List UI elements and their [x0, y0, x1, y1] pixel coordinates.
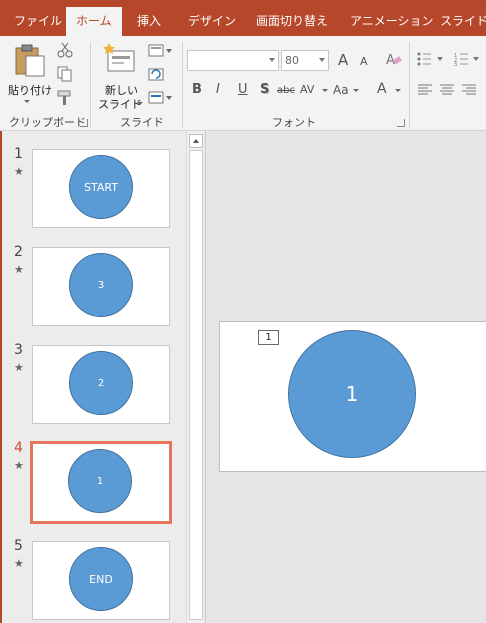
align-right-icon[interactable]	[462, 84, 476, 96]
group-separator	[409, 42, 410, 128]
clipboard-group-label: クリップボード	[9, 116, 86, 129]
slide-number: 4	[14, 440, 23, 456]
character-spacing-dropdown-arrow[interactable]	[322, 89, 328, 92]
thumbnail-scrollbar[interactable]	[186, 131, 204, 623]
cut-icon[interactable]	[57, 42, 73, 58]
paste-label: 貼り付け	[8, 84, 52, 97]
tab-home[interactable]: ホーム	[66, 7, 122, 36]
slides-group-label: スライド	[120, 116, 164, 129]
shrink-font-button[interactable]: A	[360, 54, 368, 70]
format-painter-icon[interactable]	[57, 90, 73, 106]
scroll-up-arrow-icon[interactable]	[189, 134, 203, 148]
tab-insert[interactable]: 挿入	[137, 0, 161, 36]
font-size-value: 80	[285, 54, 299, 67]
slide-number: 1	[14, 146, 23, 162]
slide-thumbnail[interactable]: 2	[32, 345, 170, 424]
font-size-combo[interactable]: 80	[281, 50, 329, 71]
align-center-icon[interactable]	[440, 84, 454, 96]
ribbon-tab-bar: ファイル ホーム 挿入 デザイン 画面切り替え アニメーション スライド シ	[0, 0, 486, 36]
character-spacing-button[interactable]: AV	[300, 82, 314, 98]
paste-dropdown-arrow[interactable]	[24, 100, 30, 103]
circle-shape: 2	[69, 351, 133, 415]
underline-button[interactable]: U	[238, 82, 248, 98]
new-slide-label-line2: スライド	[98, 98, 142, 111]
animation-star-icon: ★	[14, 165, 24, 178]
clear-formatting-icon[interactable]: A	[385, 50, 403, 68]
slide-number: 3	[14, 342, 23, 358]
group-separator	[90, 42, 91, 128]
new-slide-dropdown-arrow[interactable]	[137, 102, 143, 105]
bold-button[interactable]: B	[192, 82, 202, 98]
paste-button[interactable]: 貼り付け	[4, 40, 52, 110]
numbering-icon[interactable]: 1 2 3	[454, 52, 480, 66]
tab-animations[interactable]: アニメーション	[350, 0, 434, 36]
circle-label: END	[89, 572, 113, 586]
slide-thumbnail[interactable]: 1	[30, 441, 172, 524]
align-left-icon[interactable]	[418, 84, 432, 96]
group-separator	[182, 42, 183, 128]
animation-star-icon: ★	[14, 263, 24, 276]
circle-shape: END	[69, 547, 133, 611]
circle-label: 1	[345, 382, 359, 406]
new-slide-icon	[103, 43, 135, 72]
circle-label: 1	[96, 475, 104, 487]
circle-label: 2	[97, 377, 105, 389]
italic-button[interactable]: I	[216, 82, 220, 98]
slide-thumbnail-pane: 1 ★ START 2 ★ 3 3 ★ 2 4 ★ 1 5 ★ END	[2, 131, 186, 623]
circle-shape: 3	[69, 253, 133, 317]
slide-thumbnail[interactable]: END	[32, 541, 170, 620]
change-case-button[interactable]: Aa	[333, 82, 349, 98]
font-color-button[interactable]: A	[377, 81, 387, 97]
section-icon[interactable]	[148, 90, 172, 106]
animation-order-tag[interactable]: 1	[258, 330, 279, 345]
tab-design[interactable]: デザイン	[188, 0, 236, 36]
slide-thumbnail[interactable]: 3	[32, 247, 170, 326]
paste-icon	[15, 44, 45, 77]
grow-font-button[interactable]: A	[338, 52, 348, 68]
animation-star-icon: ★	[14, 361, 24, 374]
circle-shape: 1	[68, 449, 132, 513]
circle-label: START	[84, 180, 118, 194]
font-color-dropdown-arrow[interactable]	[395, 89, 401, 92]
font-group-label: フォント	[272, 116, 316, 129]
strikethrough-button[interactable]: abc	[277, 83, 295, 99]
reset-icon[interactable]	[148, 66, 166, 82]
clipboard-launcher[interactable]	[80, 119, 88, 127]
ribbon: 貼り付け クリップボード 新しい スライド スライド 80 A A A B I …	[0, 36, 486, 131]
change-case-dropdown-arrow[interactable]	[353, 89, 359, 92]
font-name-combo[interactable]	[187, 50, 279, 71]
svg-text:3: 3	[454, 62, 457, 66]
circle-shape[interactable]: 1	[288, 330, 416, 458]
animation-star-icon: ★	[14, 459, 24, 472]
animation-star-icon: ★	[14, 557, 24, 570]
slide-thumbnail[interactable]: START	[32, 149, 170, 228]
copy-icon[interactable]	[57, 66, 75, 82]
tab-slideshow[interactable]: スライド シ	[440, 0, 486, 36]
slide-number: 5	[14, 538, 23, 554]
circle-label: 3	[97, 279, 105, 291]
new-slide-button[interactable]: 新しい スライド	[95, 40, 143, 111]
scrollbar-thumb[interactable]	[189, 150, 203, 620]
shadow-button[interactable]: S	[260, 82, 269, 98]
layout-icon[interactable]	[148, 44, 172, 58]
slide-number: 2	[14, 244, 23, 260]
bullets-icon[interactable]	[417, 52, 443, 66]
font-launcher[interactable]	[397, 119, 405, 127]
tab-file[interactable]: ファイル	[14, 0, 62, 36]
tab-transitions[interactable]: 画面切り替え	[256, 0, 328, 36]
circle-shape: START	[69, 155, 133, 219]
